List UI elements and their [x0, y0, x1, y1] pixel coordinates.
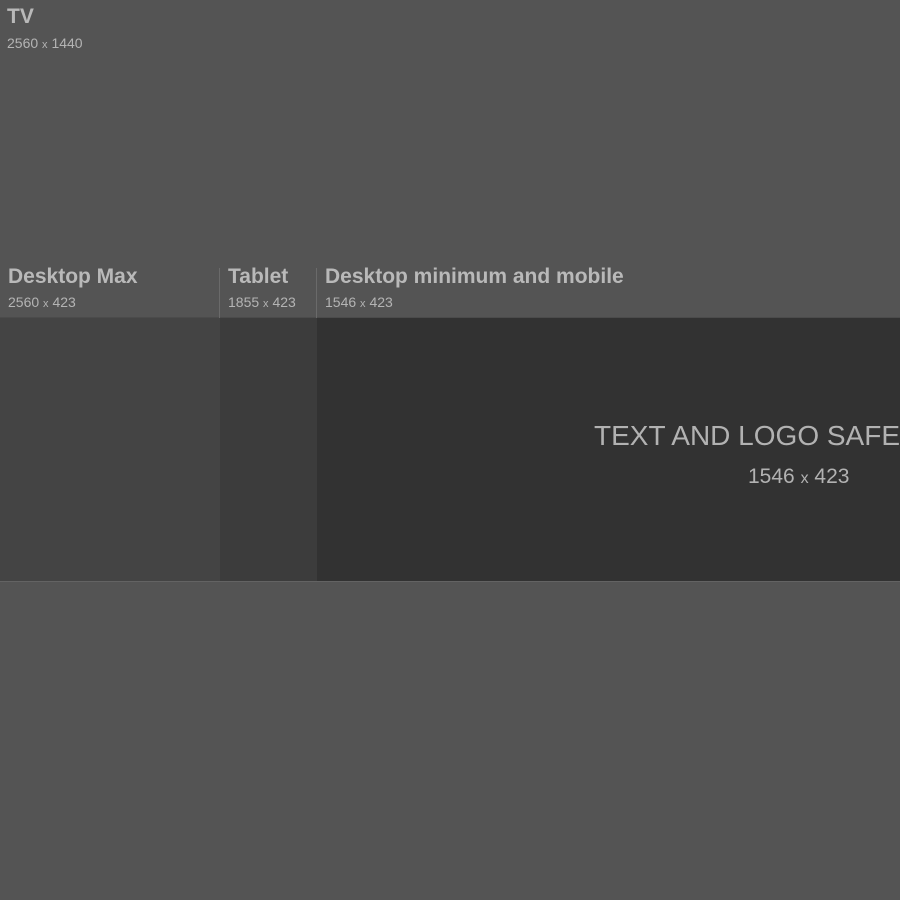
safe-area-label-clip: TEXT AND LOGO SAFE AREA 1546 x 423	[317, 318, 900, 582]
tablet-dimensions: 1855 x 423	[228, 294, 296, 310]
tablet-title: Tablet	[228, 265, 289, 288]
safe-area-title: TEXT AND LOGO SAFE AREA	[594, 420, 900, 451]
desktop-max-title: Desktop Max	[8, 265, 138, 288]
desktop-max-dimensions: 2560 x 423	[8, 294, 76, 310]
desktop-min-title: Desktop minimum and mobile	[325, 265, 624, 288]
desktop-min-dimensions: 1546 x 423	[325, 294, 393, 310]
tablet-region	[220, 318, 317, 582]
tv-title: TV	[7, 5, 34, 28]
safe-area-dimensions: 1546 x 423	[748, 465, 850, 488]
desktop-min-divider	[316, 268, 317, 318]
tv-dimensions: 2560 x 1440	[7, 35, 83, 51]
tablet-divider	[219, 268, 220, 318]
